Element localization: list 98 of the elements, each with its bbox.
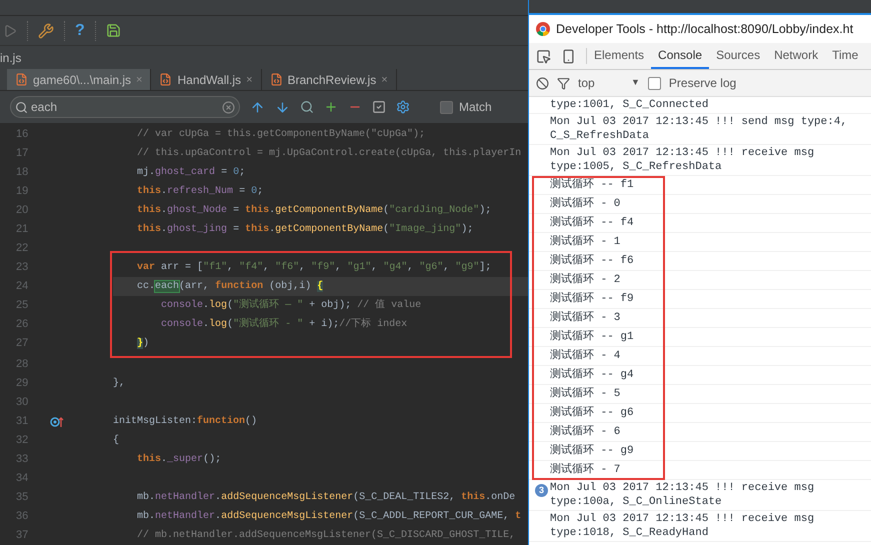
console-message: type:1001, S_C_Connected [550, 98, 710, 112]
checkbox[interactable] [440, 100, 453, 114]
console-message: 测试循环 -- g1 [550, 329, 634, 345]
line-number: 31 [15, 414, 30, 430]
js-file-icon [270, 73, 282, 86]
line-number: 21 [15, 222, 30, 238]
code-line: mj.ghost_card = 0; [136, 166, 246, 180]
code-line: // var cUpGa = this.getComponentByName("cUpGa"); [136, 128, 426, 142]
devtools-tab[interactable]: Sources [709, 43, 768, 69]
console-message: 测试循环 - 1 [550, 234, 620, 250]
breadcrumb[interactable]: in.js [0, 48, 28, 67]
code-line: this.ghost_jing = this.getComponentByName("Image_jing"); [136, 222, 474, 238]
line-number: 17 [15, 146, 30, 162]
devtools-tab[interactable]: Network [767, 43, 826, 69]
code-line: console.log("测试循环 - " + i);//下标 index [160, 316, 408, 332]
search-icon[interactable] [15, 100, 28, 114]
console-message: 测试循环 -- g9 [550, 443, 634, 459]
select-all-occurrences-icon[interactable] [372, 100, 386, 114]
devtools-tab[interactable]: Time [825, 43, 866, 69]
line-number: 19 [15, 184, 30, 200]
code-line: mb.netHandler.addSequenceMsgListener(S_C_ADDL_REPORT_CUR_GAME, t [136, 510, 522, 524]
settings-icon[interactable] [396, 100, 410, 114]
js-file-icon [159, 73, 172, 86]
code-line: console.log("测试循环 — " + obj); // 值 value [160, 298, 422, 314]
close-icon[interactable]: × [246, 72, 252, 88]
code-line: }, [113, 376, 126, 392]
console-message: 测试循环 -- f6 [550, 253, 634, 269]
code-line: { [113, 434, 120, 448]
code-line: }) [136, 336, 150, 352]
match-case-label: Match [459, 99, 492, 116]
code-line: // mb.netHandler.addSequenceMsgListener(S_C_DISCARD_GHOST_TILE, [136, 528, 516, 544]
line-number: 37 [15, 528, 30, 544]
console-message: 测试循环 -- f9 [550, 291, 634, 307]
line-number: 32 [15, 433, 30, 448]
console-message: Mon Jul 03 2017 12:13:45 !!! receive msg type:100a, S_C_OnlineState [550, 481, 816, 509]
dropdown-caret[interactable]: ▼ [631, 76, 640, 90]
code-line: this.ghost_Node = this.getComponentByName("cardJing_Node"); [136, 204, 492, 218]
console-message: Mon Jul 03 2017 12:13:45 !!! receive msg type:1005, S_C_RefreshData [550, 146, 816, 174]
preserve-log-label: Preserve log [668, 75, 736, 92]
line-number: 33 [15, 452, 30, 468]
console-message: 测试循环 -- g6 [550, 405, 634, 421]
search-field[interactable]: each [10, 96, 240, 118]
wrench-icon[interactable] [38, 22, 54, 39]
code-line: this._super(); [136, 452, 222, 468]
previous-match-icon[interactable] [250, 100, 265, 115]
line-number: 34 [15, 471, 30, 486]
console-message: Mon Jul 03 2017 12:13:45 !!! send msg type:4, C_S_RefreshData [550, 115, 848, 143]
line-number: 16 [15, 127, 30, 142]
console-message: 测试循环 - 0 [550, 196, 620, 212]
line-number: 35 [15, 490, 30, 506]
js-file-icon [15, 73, 28, 86]
code-line: this.refresh_Num = 0; [136, 184, 264, 200]
line-number: 25 [15, 298, 30, 314]
editor-tab[interactable]: BranchReview.js × [262, 69, 397, 90]
console-message: Mon Jul 03 2017 12:13:45 !!! receive msg type:1018, S_C_ReadyHand [550, 512, 816, 540]
console-message: 测试循环 -- f1 [550, 177, 634, 193]
line-number: 24 [15, 279, 30, 294]
filter-icon[interactable] [557, 76, 570, 90]
clear-console-icon[interactable] [536, 76, 549, 90]
checkbox[interactable] [648, 76, 661, 90]
close-icon[interactable]: × [381, 72, 388, 88]
code-line: initMsgListen:function() [113, 414, 258, 430]
context-selector[interactable]: top [578, 74, 623, 92]
browser-logo-icon [536, 22, 550, 36]
device-toolbar-icon[interactable] [561, 48, 576, 64]
console-message: 测试循环 - 3 [550, 310, 620, 326]
line-number: 28 [15, 357, 30, 372]
console-message: 测试循环 - 5 [550, 386, 620, 402]
line-number: 26 [15, 317, 30, 332]
override-marker-icon[interactable] [50, 416, 64, 428]
inspect-icon[interactable] [536, 48, 551, 64]
line-number: 29 [15, 376, 30, 392]
next-match-icon[interactable] [275, 100, 290, 115]
line-number: 27 [15, 336, 30, 352]
editor-tab[interactable]: game60\...\main.js × [7, 69, 152, 90]
console-message: 测试循环 -- f4 [550, 215, 634, 231]
save-icon[interactable] [106, 23, 121, 38]
line-number: 36 [15, 509, 30, 524]
line-number: 20 [15, 203, 30, 218]
code-line: // this.upGaControl = mj.UpGaControl.create(cUpGa, this.playerIn [136, 146, 522, 162]
line-number: 30 [15, 395, 30, 410]
devtools-tab[interactable]: Elements [587, 43, 652, 69]
clear-icon[interactable] [222, 100, 235, 114]
window-title: Developer Tools - http://localhost:8090/Lobby/index.ht [556, 20, 854, 38]
line-number: 23 [15, 260, 30, 276]
add-occurrence-icon[interactable] [324, 100, 338, 114]
find-all-icon[interactable] [300, 100, 314, 114]
console-message: 测试循环 - 4 [550, 348, 620, 364]
console-message: 测试循环 - 6 [550, 424, 620, 440]
code-line: var arr = ["f1", "f4", "f6", "f9", "g1", "g4", "g6", "g9"]; [136, 260, 492, 276]
line-number: 18 [15, 165, 30, 180]
console-message: 测试循环 - 2 [550, 272, 620, 288]
console-message: 测试循环 - 7 [550, 462, 620, 478]
line-number: 22 [15, 241, 30, 256]
repeat-count-badge: 3 [535, 484, 548, 497]
console-message: 测试循环 -- g4 [550, 367, 634, 383]
code-line: mb.netHandler.addSequenceMsgListener(S_C_DEAL_TILES2, this.onDe [136, 490, 516, 506]
help-button[interactable]: ? [75, 18, 85, 43]
